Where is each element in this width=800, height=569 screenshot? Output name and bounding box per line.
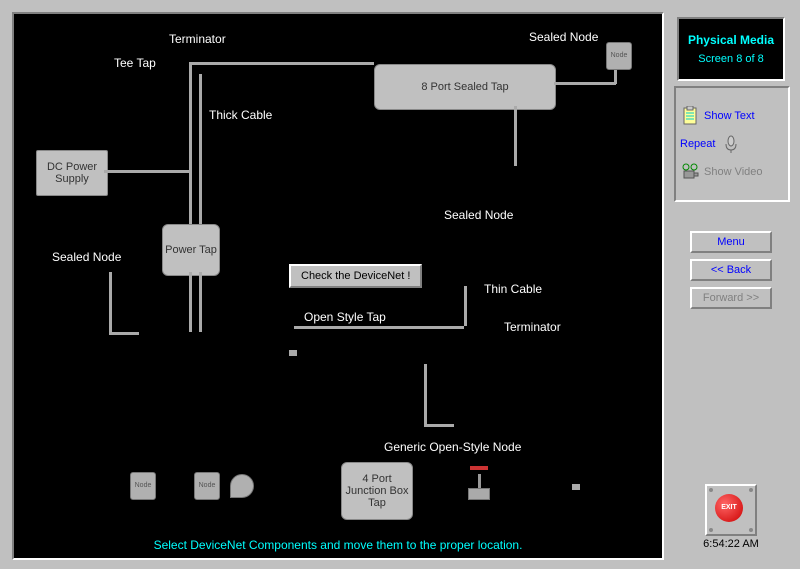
label-generic-node: Generic Open-Style Node [384,440,521,454]
cable [294,326,464,329]
label-open-style-tap: Open Style Tap [304,310,386,324]
header-title: Physical Media [679,33,783,47]
generic-open-style-node-icon[interactable] [459,462,499,502]
sealed-node-top-icon[interactable]: Node [606,42,632,70]
check-devicenet-message: Check the DeviceNet ! [289,264,422,288]
terminator-stub-2[interactable] [572,484,580,490]
label-thick-cable: Thick Cable [209,108,272,122]
label-terminator-top: Terminator [169,32,226,46]
8-port-sealed-tap[interactable]: 8 Port Sealed Tap [374,64,556,110]
sidebar: Physical Media Screen 8 of 8 Show Text R… [674,12,788,556]
actions-panel: Show Text Repeat Show Video [674,86,790,202]
clock: 6:54:22 AM [674,538,788,550]
diagram-canvas[interactable]: Terminator Tee Tap Sealed Node Thick Cab… [12,12,664,560]
menu-button[interactable]: Menu [690,231,772,253]
dc-power-supply[interactable]: DC Power Supply [36,150,108,196]
cable [189,62,374,65]
exit-button[interactable]: EXIT [705,484,757,536]
header-box: Physical Media Screen 8 of 8 [677,17,785,81]
repeat-label: Repeat [680,138,715,150]
clipboard-icon [680,106,700,126]
cable [104,170,189,173]
node-connector-icon[interactable] [230,474,254,498]
sealed-node-icon-1[interactable]: Node [130,472,156,500]
label-terminator-right: Terminator [504,320,561,334]
cable [464,286,467,326]
show-video-link[interactable]: Show Video [680,162,784,182]
label-tee-tap: Tee Tap [114,56,156,70]
cable [514,106,517,166]
back-button[interactable]: << Back [690,259,772,281]
label-sealed-node-top: Sealed Node [529,30,598,44]
microphone-icon [721,134,741,154]
forward-button[interactable]: Forward >> [690,287,772,309]
show-video-label: Show Video [704,166,763,178]
cable [199,272,202,332]
cable [424,424,454,427]
sealed-node-icon-2[interactable]: Node [194,472,220,500]
exit-icon: EXIT [715,494,743,522]
cable [614,70,617,84]
label-sealed-node-left: Sealed Node [52,250,121,264]
4-port-junction-box-tap[interactable]: 4 Port Junction Box Tap [341,462,413,520]
cable [109,272,112,332]
cable [189,272,192,332]
terminator-stub[interactable] [289,350,297,356]
instruction-text: Select DeviceNet Components and move the… [14,538,662,552]
repeat-link[interactable]: Repeat [680,134,784,154]
header-screen: Screen 8 of 8 [679,53,783,65]
cable [554,82,616,85]
camera-icon [680,162,700,182]
label-sealed-node-mid: Sealed Node [444,208,513,222]
cable [109,332,139,335]
show-text-link[interactable]: Show Text [680,106,784,126]
label-thin-cable: Thin Cable [484,282,542,296]
power-tap[interactable]: Power Tap [162,224,220,276]
cable [189,62,192,224]
cable [199,74,202,224]
cable [424,364,427,424]
show-text-label: Show Text [704,110,755,122]
